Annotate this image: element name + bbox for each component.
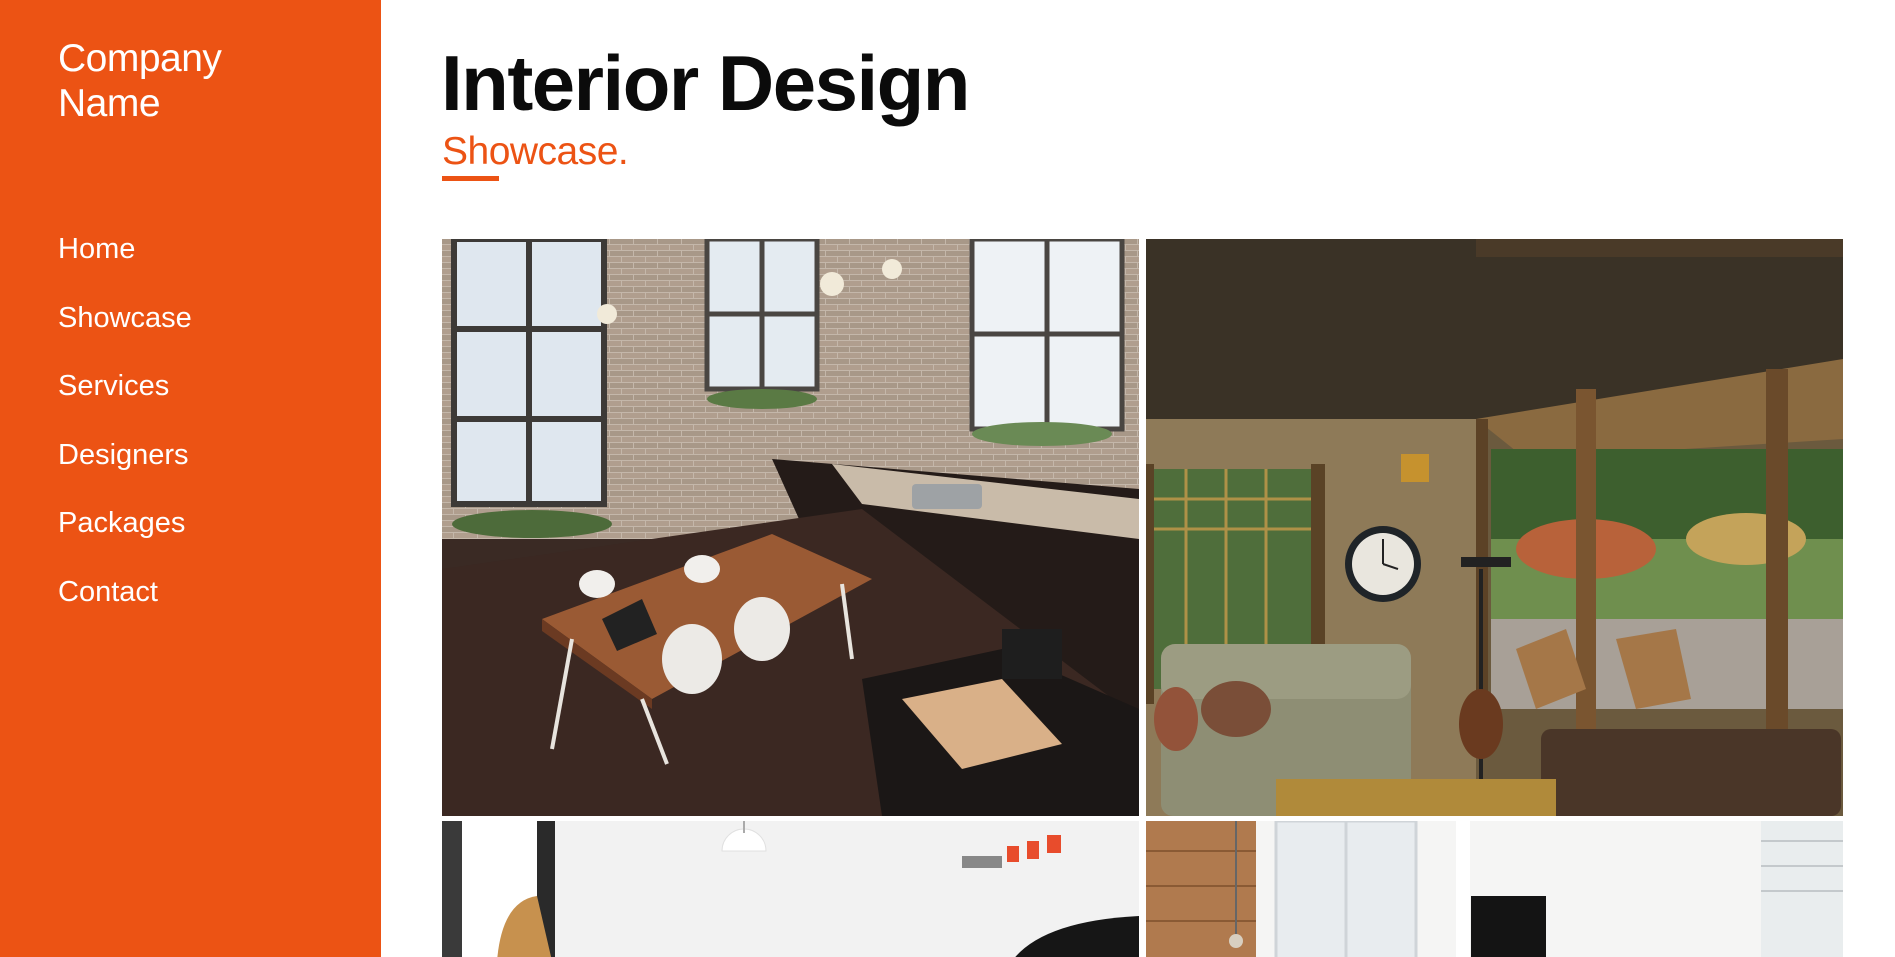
main-content: Interior Design Showcase. bbox=[381, 0, 1895, 957]
company-name-logo[interactable]: Company Name bbox=[58, 36, 318, 126]
nav-item-services[interactable]: Services bbox=[58, 369, 192, 438]
accent-underline bbox=[442, 176, 499, 181]
brand-line-1: Company bbox=[58, 37, 222, 80]
nav-item-packages[interactable]: Packages bbox=[58, 506, 192, 575]
nav-item-showcase[interactable]: Showcase bbox=[58, 301, 192, 370]
gallery-image-bright-office[interactable] bbox=[1146, 821, 1843, 957]
sidebar: Company Name Home Showcase Services Desi… bbox=[0, 0, 381, 957]
gallery-image-white-room[interactable] bbox=[442, 821, 1139, 957]
showcase-gallery bbox=[442, 239, 1843, 957]
gallery-image-porch-living-room[interactable] bbox=[1146, 239, 1843, 816]
gallery-image-loft-kitchen[interactable] bbox=[442, 239, 1139, 816]
page-subtitle: Showcase. bbox=[442, 130, 629, 173]
page-title: Interior Design bbox=[441, 39, 970, 127]
main-nav: Home Showcase Services Designers Package… bbox=[58, 232, 192, 643]
nav-item-designers[interactable]: Designers bbox=[58, 438, 192, 507]
nav-item-home[interactable]: Home bbox=[58, 232, 192, 301]
nav-item-contact[interactable]: Contact bbox=[58, 575, 192, 644]
brand-line-2: Name bbox=[58, 82, 161, 125]
